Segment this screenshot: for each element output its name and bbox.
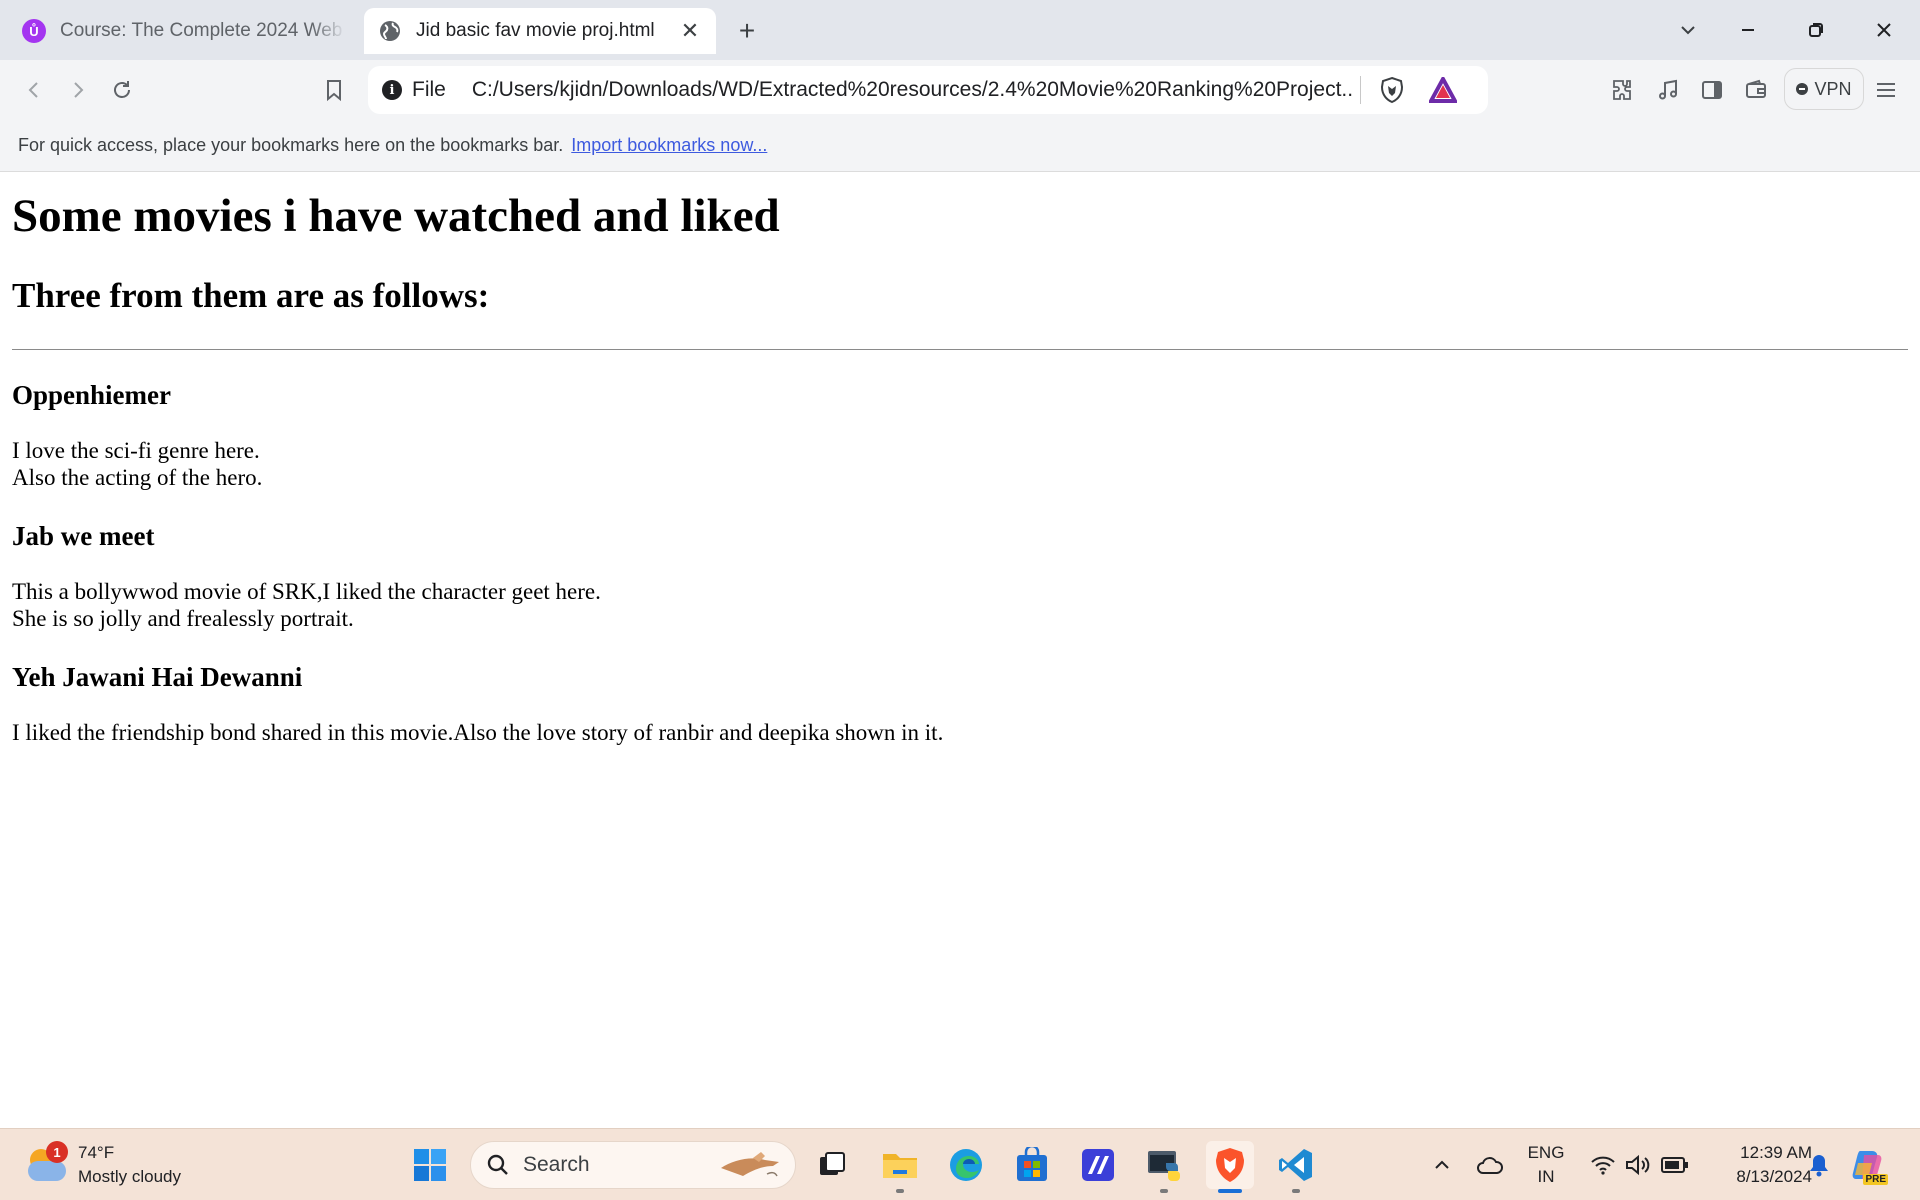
page-subheading: Three from them are as follows: <box>12 276 490 316</box>
globe-icon <box>378 19 402 43</box>
notification-bell-icon[interactable] <box>1804 1143 1834 1187</box>
udemy-icon: Ů <box>22 19 46 43</box>
tab-search-chevron-icon[interactable] <box>1666 10 1710 50</box>
taskbar-search[interactable]: Search <box>470 1141 796 1189</box>
page-heading: Some movies i have watched and liked <box>12 190 780 242</box>
media-playlist-icon[interactable] <box>1648 70 1688 110</box>
new-tab-button[interactable]: + <box>730 14 764 48</box>
movie-description: I love the sci-fi genre here. Also the a… <box>12 437 1908 491</box>
movie-description-line: This a bollywwod movie of SRK,I liked th… <box>12 578 601 604</box>
movie-title: Oppenhiemer <box>12 379 171 410</box>
tab-course[interactable]: Ů Course: The Complete 2024 Web De <box>8 8 360 54</box>
clock[interactable]: 12:39 AM 8/13/2024 <box>1702 1141 1812 1189</box>
close-tab-icon[interactable]: ✕ <box>678 18 702 43</box>
bookmarks-bar: For quick access, place your bookmarks h… <box>0 120 1920 172</box>
close-window-button[interactable] <box>1862 10 1906 50</box>
minimize-button[interactable] <box>1726 10 1770 50</box>
bookmarks-bar-message: For quick access, place your bookmarks h… <box>18 135 564 155</box>
extensions-icon[interactable] <box>1602 70 1642 110</box>
browser-toolbar: i File C:/Users/kjidn/Downloads/WD/Extra… <box>0 60 1920 120</box>
site-info-icon[interactable]: i <box>382 80 402 100</box>
weather-temperature: 74°F <box>78 1143 115 1162</box>
search-icon <box>487 1154 508 1175</box>
volume-icon[interactable] <box>1622 1143 1652 1187</box>
vpn-status-icon <box>1796 83 1809 95</box>
language-code: ENG <box>1527 1143 1565 1162</box>
movie-title: Jab we meet <box>12 520 155 551</box>
edge-icon[interactable] <box>942 1141 990 1189</box>
bookmark-icon[interactable] <box>314 70 354 110</box>
restore-button[interactable] <box>1794 10 1838 50</box>
reload-icon[interactable] <box>102 70 142 110</box>
clock-date: 8/13/2024 <box>1736 1167 1812 1186</box>
task-view-icon[interactable] <box>808 1141 856 1189</box>
search-highlight-icon <box>721 1152 779 1177</box>
weather-widget[interactable]: 1 74°F Mostly cloudy <box>24 1139 181 1191</box>
copilot-preview-badge: PRE <box>1863 1174 1888 1185</box>
address-bar[interactable]: i File C:/Users/kjidn/Downloads/WD/Extra… <box>368 66 1488 114</box>
movie-description-line: Also the acting of the hero. <box>12 464 263 490</box>
brave-browser-icon[interactable] <box>1206 1141 1254 1193</box>
movie-description: This a bollywwod movie of SRK,I liked th… <box>12 578 1908 632</box>
brave-rewards-icon[interactable] <box>1428 77 1457 103</box>
start-button[interactable] <box>406 1141 454 1189</box>
tab-title: Jid basic fav movie proj.html <box>416 20 655 41</box>
tab-title: Course: The Complete 2024 Web De <box>60 20 346 41</box>
battery-icon[interactable] <box>1658 1143 1692 1187</box>
tab-strip: Ů Course: The Complete 2024 Web De Jid b… <box>0 0 1920 60</box>
wifi-icon[interactable] <box>1588 1143 1618 1187</box>
show-hidden-icons-chevron-icon[interactable] <box>1428 1143 1456 1187</box>
vpn-button[interactable]: VPN <box>1784 68 1864 110</box>
tab-movie-project[interactable]: Jid basic fav movie proj.html ✕ <box>364 8 716 54</box>
language-region: IN <box>1537 1167 1555 1186</box>
app-icon[interactable] <box>1074 1141 1122 1189</box>
language-indicator[interactable]: ENG IN <box>1520 1141 1572 1189</box>
url-text[interactable]: C:/Users/kjidn/Downloads/WD/Extracted%20… <box>472 78 1352 102</box>
url-scheme-label: File <box>412 78 446 101</box>
weather-badge: 1 <box>46 1141 68 1163</box>
movie-description-line: I love the sci-fi genre here. <box>12 437 260 463</box>
onedrive-cloud-icon[interactable] <box>1474 1143 1506 1187</box>
vpn-label: VPN <box>1814 78 1852 99</box>
movie-description: I liked the friendship bond shared in th… <box>12 719 1908 746</box>
movie-description-line: She is so jolly and frealessly portrait. <box>12 605 354 631</box>
weather-condition: Mostly cloudy <box>78 1167 181 1186</box>
wallet-icon[interactable] <box>1736 70 1776 110</box>
file-explorer-icon[interactable] <box>876 1141 924 1193</box>
sidebar-icon[interactable] <box>1692 70 1732 110</box>
taskbar: 1 74°F Mostly cloudy Search ENG IN 12:39… <box>0 1128 1920 1200</box>
search-placeholder: Search <box>523 1153 590 1176</box>
forward-icon[interactable] <box>58 70 98 110</box>
address-divider <box>1359 76 1361 104</box>
movie-title: Yeh Jawani Hai Dewanni <box>12 661 303 692</box>
copilot-icon[interactable]: PRE <box>1848 1143 1888 1187</box>
divider <box>12 348 1908 350</box>
back-icon[interactable] <box>14 70 54 110</box>
weather-cloudy-icon: 1 <box>24 1141 68 1185</box>
vscode-icon[interactable] <box>1272 1141 1320 1193</box>
movie-description-line: I liked the friendship bond shared in th… <box>12 719 944 745</box>
brave-shields-icon[interactable] <box>1379 76 1405 104</box>
import-bookmarks-link[interactable]: Import bookmarks now... <box>571 135 767 156</box>
page-content: Some movies i have watched and liked Thr… <box>0 172 1920 1128</box>
menu-icon[interactable] <box>1866 70 1906 110</box>
clock-time: 12:39 AM <box>1740 1143 1812 1162</box>
python-idle-icon[interactable] <box>1140 1141 1188 1193</box>
microsoft-store-icon[interactable] <box>1008 1141 1056 1189</box>
